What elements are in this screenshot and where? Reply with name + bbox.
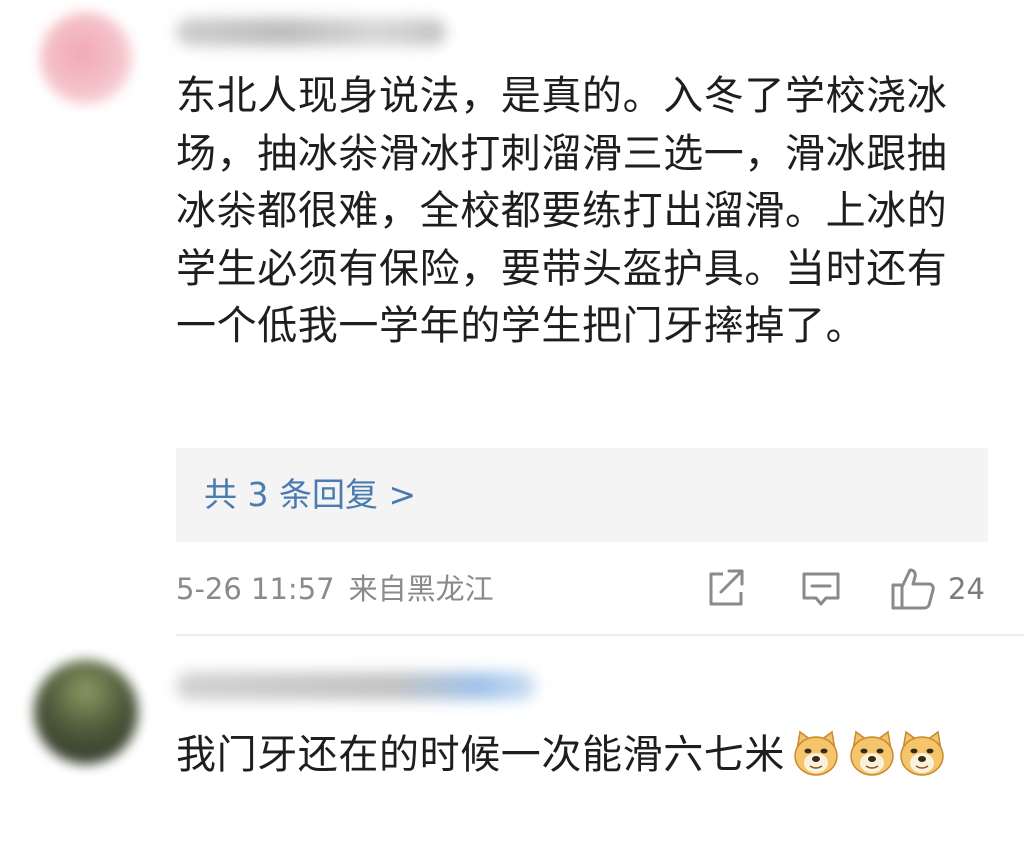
like-count: 24 — [948, 572, 985, 606]
like-icon[interactable] — [890, 566, 936, 616]
comment-thread: 东北人现身说法，是真的。入冬了学校浇冰场，抽冰尜滑冰打刺溜滑三选一，滑冰跟抽冰尜… — [0, 0, 1024, 862]
reply-body: 我门牙还在的时候一次能滑六七米 — [176, 724, 1006, 786]
reply-text: 我门牙还在的时候一次能滑六七米 — [176, 732, 785, 778]
avatar[interactable] — [40, 12, 132, 104]
comment-location: 来自黑龙江 — [348, 572, 494, 606]
comment-timestamp: 5-26 11:57 — [176, 572, 335, 606]
replies-panel[interactable]: 共 3 条回复 > — [176, 448, 988, 542]
avatar[interactable] — [34, 660, 138, 764]
comment-icon[interactable] — [801, 566, 841, 614]
doge-emoji-icon — [897, 728, 947, 778]
share-icon[interactable] — [707, 566, 745, 614]
comment-body: 东北人现身说法，是真的。入冬了学校浇冰场，抽冰尜滑冰打刺溜滑三选一，滑冰跟抽冰尜… — [176, 73, 948, 349]
view-replies-link[interactable]: 共 3 条回复 > — [204, 475, 416, 515]
username-blurred[interactable] — [176, 672, 536, 700]
divider — [176, 634, 1024, 636]
username-blurred[interactable] — [176, 18, 446, 46]
comment-meta: 5-26 11:57 来自黑龙江 — [176, 569, 494, 609]
doge-emoji-icon — [847, 728, 897, 778]
doge-emoji-icon — [791, 728, 841, 778]
